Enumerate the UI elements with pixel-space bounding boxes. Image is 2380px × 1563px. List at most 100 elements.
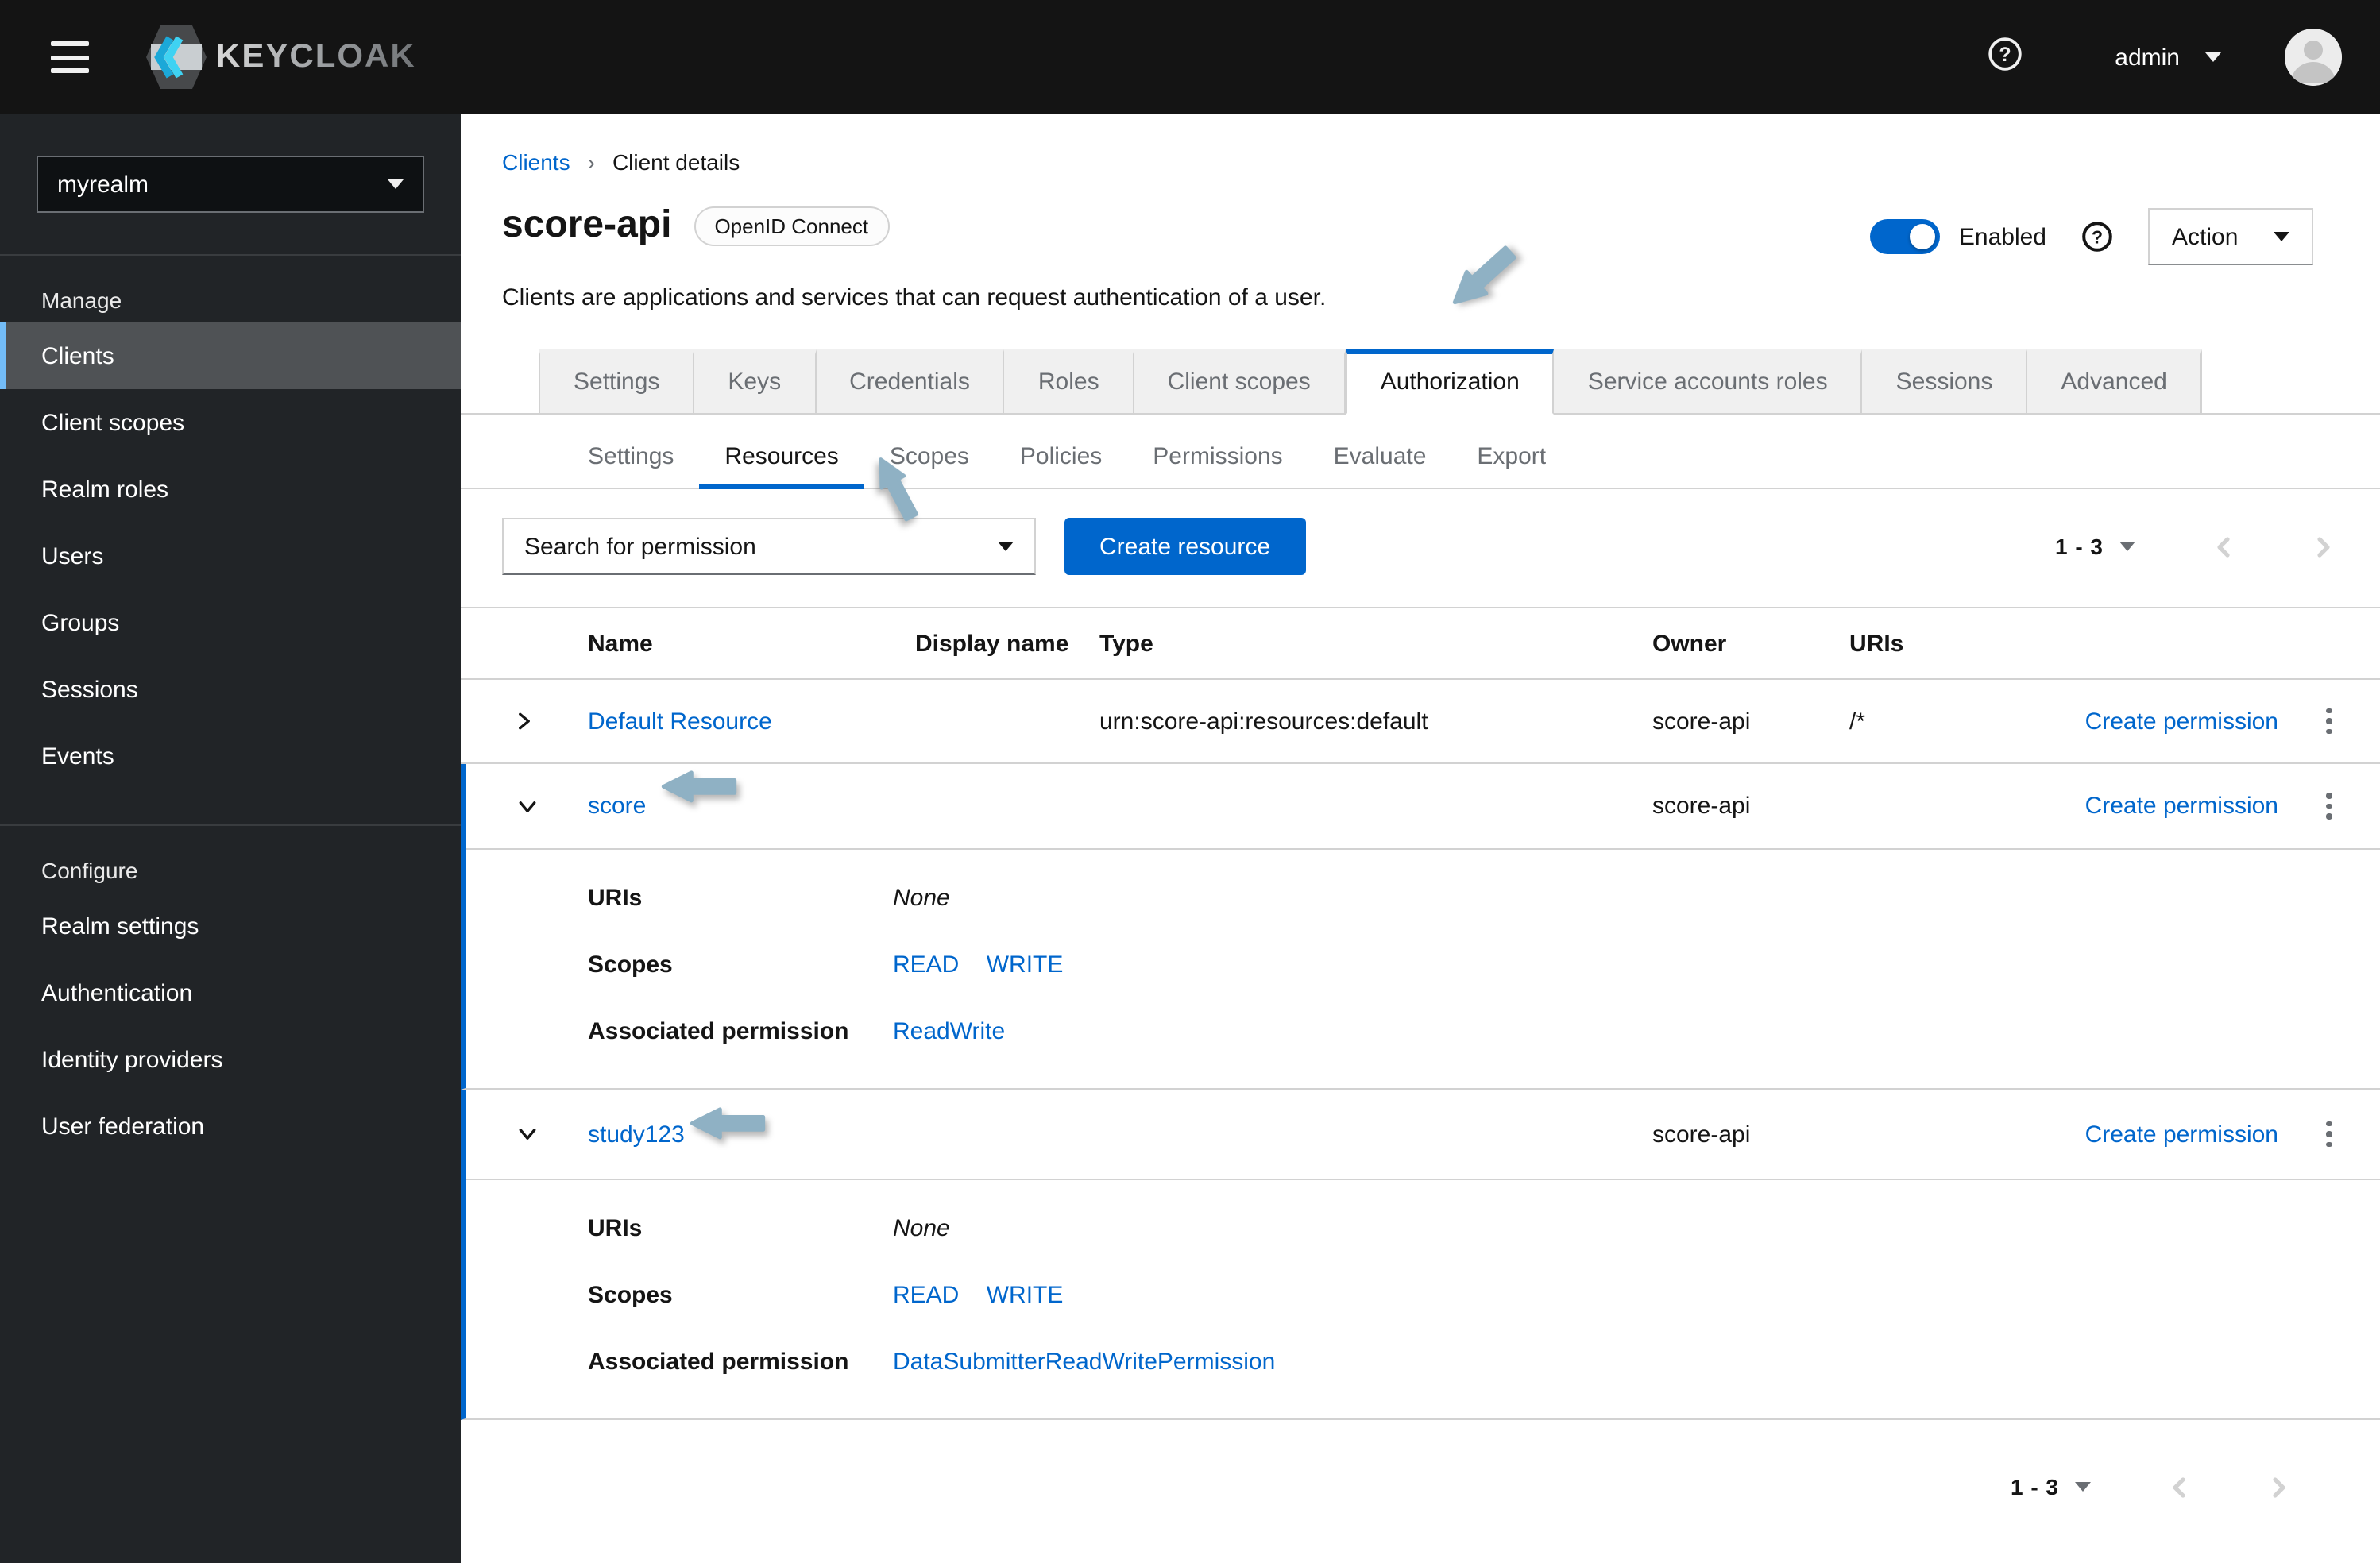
associated-permission-label: Associated permission [588,1018,849,1045]
kebab-menu-icon[interactable] [2320,1112,2339,1156]
create-permission-link[interactable]: Create permission [2085,793,2278,820]
sidebar-item-clients[interactable]: Clients [0,322,461,389]
col-uris: URIs [1849,630,1904,657]
help-icon[interactable]: ? [1988,36,2023,79]
subtab-settings[interactable]: Settings [562,434,699,489]
tab-service-accounts-roles[interactable]: Service accounts roles [1554,349,1863,413]
kebab-menu-icon[interactable] [2320,784,2339,828]
sidebar-item-sessions[interactable]: Sessions [0,656,461,723]
table-header: Name Display name Type Owner URIs [461,607,2380,680]
collapse-row-icon[interactable] [466,1123,588,1145]
tab-keys[interactable]: Keys [694,349,817,413]
subtab-evaluate[interactable]: Evaluate [1308,434,1452,489]
action-dropdown[interactable]: Action [2148,208,2313,265]
realm-selector[interactable]: myrealm [37,156,424,213]
subtab-policies[interactable]: Policies [995,434,1127,489]
keycloak-logo-icon [146,25,207,89]
username: admin [2115,44,2180,71]
uris-value: None [893,885,950,912]
keycloak-admin-console: KEYCLOAK ? admin myrealm Manage Clients … [0,0,2380,1563]
next-page-icon[interactable] [2312,535,2336,558]
nav-configure: Realm settings Authentication Identity pro… [0,893,461,1160]
tab-sessions[interactable]: Sessions [1862,349,2028,413]
nav-toggle-hamburger-icon[interactable] [51,41,89,73]
expand-row-icon[interactable] [461,710,588,732]
scopes-label: Scopes [588,1282,673,1309]
scope-link[interactable]: WRITE [987,1282,1064,1309]
user-menu[interactable]: admin [2115,44,2221,71]
sidebar-item-groups[interactable]: Groups [0,589,461,656]
sidebar: myrealm Manage Clients Client scopes Realm… [0,114,461,1563]
subtab-resources[interactable]: Resources [699,434,864,489]
realm-name: myrealm [57,171,149,198]
pagination-top: 1 - 3 [2055,534,2336,559]
prev-page-icon[interactable] [2212,535,2235,558]
tab-credentials[interactable]: Credentials [816,349,1005,413]
tab-client-scopes[interactable]: Client scopes [1134,349,1346,413]
resource-details-panel: URIs None Scopes READ WRITE Associated p… [466,850,2380,1088]
chevron-down-icon [2205,52,2221,62]
permission-link[interactable]: ReadWrite [893,1018,1005,1045]
breadcrumb-current: Client details [612,149,740,175]
cell-uris: /* [1849,708,1866,735]
page-title: score-api [502,203,672,246]
resources-toolbar: Search for permission Create resource 1 … [502,518,2330,575]
col-type: Type [1099,630,1153,657]
resources-table: Name Display name Type Owner URIs Defaul… [461,607,2380,1420]
sidebar-item-events[interactable]: Events [0,723,461,789]
enabled-toggle[interactable] [1869,219,1940,254]
tab-settings[interactable]: Settings [539,349,695,413]
cell-owner: score-api [1652,793,1751,820]
protocol-badge: OpenID Connect [694,206,890,245]
pagination-range: 1 - 3 [2010,1474,2059,1499]
breadcrumb-clients-link[interactable]: Clients [502,149,570,175]
search-input[interactable]: Search for permission [502,518,1036,575]
cell-type: urn:score-api:resources:default [1099,708,1428,735]
keycloak-logo: KEYCLOAK [146,24,416,91]
scope-link[interactable]: READ [893,951,959,978]
permission-link[interactable]: DataSubmitterReadWritePermission [893,1349,1275,1376]
kebab-menu-icon[interactable] [2320,699,2339,743]
sidebar-item-realm-roles[interactable]: Realm roles [0,456,461,523]
next-page-icon[interactable] [2267,1475,2291,1499]
help-icon[interactable]: ? [2081,221,2113,253]
tab-advanced[interactable]: Advanced [2027,349,2202,413]
annotation-arrow-score-resource [661,770,737,803]
chevron-down-icon [998,542,1014,551]
col-display-name: Display name [915,630,1069,657]
scope-link[interactable]: READ [893,1282,959,1309]
subtab-permissions[interactable]: Permissions [1127,434,1308,489]
sidebar-item-authentication[interactable]: Authentication [0,959,461,1026]
annotation-arrow-study123-resource [690,1107,766,1140]
resource-link[interactable]: Default Resource [588,708,915,735]
subtab-export[interactable]: Export [1451,434,1571,489]
resource-link[interactable]: score [588,793,915,820]
associated-permission-label: Associated permission [588,1349,849,1376]
collapse-row-icon[interactable] [466,795,588,817]
tab-authorization[interactable]: Authorization [1345,349,1555,415]
masthead: KEYCLOAK ? admin [0,0,2380,114]
enabled-label: Enabled [1958,223,2046,250]
col-owner: Owner [1652,630,1727,657]
sidebar-item-realm-settings[interactable]: Realm settings [0,893,461,959]
scope-link[interactable]: WRITE [987,951,1064,978]
table-row: Default Resource urn:score-api:resources… [461,680,2380,764]
avatar[interactable] [2285,29,2342,86]
create-permission-link[interactable]: Create permission [2085,1121,2278,1148]
tab-roles[interactable]: Roles [1004,349,1134,413]
create-resource-button[interactable]: Create resource [1064,518,1306,575]
nav-manage: Clients Client scopes Realm roles Users Grou… [0,322,461,789]
uris-value: None [893,1215,950,1242]
sidebar-item-identity-providers[interactable]: Identity providers [0,1026,461,1093]
main-content: Clients › Client details score-api OpenI… [461,114,2380,1563]
sidebar-item-users[interactable]: Users [0,523,461,589]
sidebar-item-user-federation[interactable]: User federation [0,1093,461,1160]
expanded-row-group-score: score score-api Create permission URIs N… [461,764,2380,1090]
prev-page-icon[interactable] [2167,1475,2191,1499]
pagination-options-icon[interactable] [2119,542,2135,551]
svg-text:?: ? [2092,227,2103,248]
uris-label: URIs [588,1215,643,1242]
create-permission-link[interactable]: Create permission [2085,708,2278,735]
pagination-options-icon[interactable] [2075,1482,2091,1492]
sidebar-item-client-scopes[interactable]: Client scopes [0,389,461,456]
